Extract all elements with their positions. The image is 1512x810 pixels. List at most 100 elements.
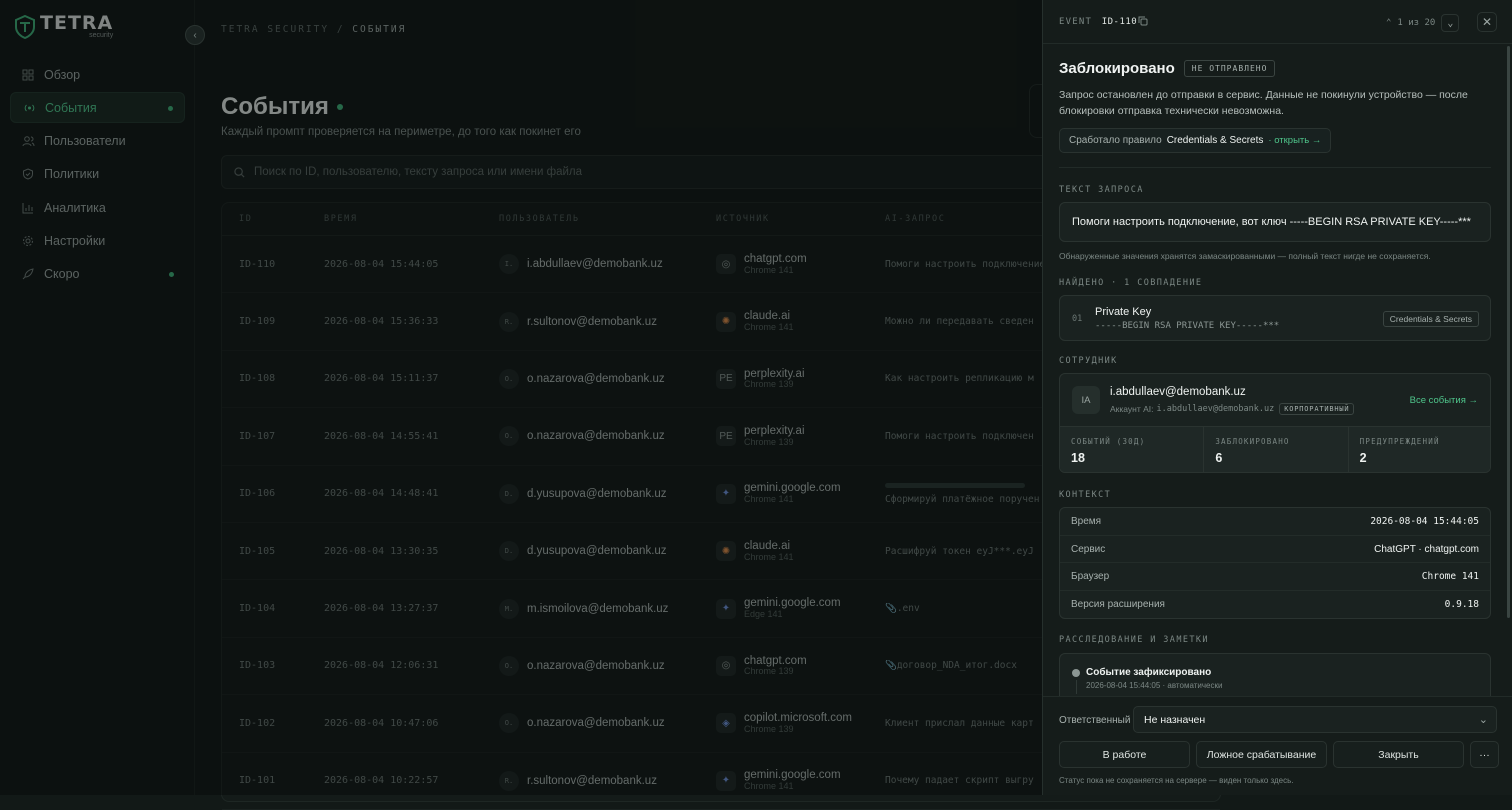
false-positive-button[interactable]: Ложное срабатывание (1196, 741, 1327, 768)
account-label: Аккаунт AI: (1110, 404, 1154, 414)
timeline-dot (1072, 669, 1080, 677)
page-subtitle: Каждый промпт проверяется на периметре, … (221, 126, 581, 138)
more-actions-button[interactable]: ··· (1470, 741, 1499, 768)
row-source: ✦ gemini.google.com Edge 141 (716, 597, 885, 620)
open-rule-link[interactable]: · открыть → (1268, 135, 1321, 146)
sidebar-item-2[interactable]: Пользователи (10, 126, 185, 157)
request-preview: Помоги настроить подключение (885, 258, 1046, 270)
request-preview: 📎договор_NDA_итог.docx (885, 660, 1017, 672)
status-title: Заблокировано (1059, 60, 1175, 77)
timeline-line (1075, 680, 1077, 694)
assignee-select[interactable]: Не назначен ⌄ (1133, 706, 1497, 733)
panel-scrollbar[interactable] (1507, 46, 1510, 618)
close-panel-button[interactable]: ✕ (1477, 12, 1497, 32)
gemini-icon: ✦ (716, 483, 736, 504)
col-user[interactable]: ПОЛЬЗОВАТЕЛЬ (499, 214, 716, 224)
user-email: o.nazarova@demobank.uz (527, 659, 665, 672)
avatar: R. (499, 770, 519, 791)
event-label: EVENT (1059, 17, 1093, 27)
in-work-button[interactable]: В работе (1059, 741, 1190, 768)
request-preview: Можно ли передавать сведен (885, 316, 1034, 328)
sidebar-item-4[interactable]: Аналитика (10, 192, 185, 223)
employee-card: IA i.abdullaev@demobank.uz Аккаунт AI: i… (1059, 373, 1491, 473)
next-event-button[interactable]: ⌄ (1441, 14, 1460, 32)
finding-number: 01 (1072, 314, 1083, 324)
employee-stats: СОБЫТИЙ (30Д) 18 ЗАБЛОКИРОВАНО 6 ПРЕДУПР… (1060, 426, 1490, 472)
row-id: ID-110 (239, 258, 276, 270)
employee-section-title: СОТРУДНИК (1059, 356, 1118, 366)
sidebar-item-0[interactable]: Обзор (10, 59, 185, 90)
row-user: I. i.abdullaev@demobank.uz (499, 254, 716, 275)
context-value: 2026-08-04 15:44:05 (1370, 515, 1479, 527)
sidebar-item-label: Политики (44, 167, 100, 182)
gear-icon (21, 234, 35, 248)
stat-label: ПРЕДУПРЕЖДЕНИЙ (1359, 437, 1440, 446)
all-events-link[interactable]: Все события → (1410, 395, 1478, 406)
source-browser: Chrome 139 (744, 436, 794, 447)
user-email: o.nazarova@demobank.uz (527, 372, 665, 385)
avatar: D. (499, 541, 519, 562)
footer-note: Статус пока не сохраняется на сервере — … (1059, 776, 1294, 785)
breadcrumb-root[interactable]: TETRA SECURITY (221, 24, 329, 35)
context-key: Время (1071, 515, 1102, 527)
row-time: 2026-08-04 10:22:57 (324, 775, 439, 787)
sidebar-item-5[interactable]: Настройки (10, 225, 185, 256)
source-browser: Chrome 139 (744, 723, 794, 734)
timeline-title: Событие зафиксировано (1086, 667, 1212, 678)
breadcrumb-separator: / (336, 24, 345, 35)
sidebar-item-label: Обзор (44, 67, 81, 82)
row-time: 2026-08-04 12:06:31 (324, 660, 439, 672)
close-icon: ✕ (1481, 15, 1493, 29)
row-source: PE perplexity.ai Chrome 139 (716, 368, 885, 391)
copy-icon[interactable] (1138, 16, 1148, 26)
gemini-icon: ✦ (716, 598, 736, 619)
sidebar-item-1[interactable]: События (10, 92, 185, 124)
source-browser: Edge 141 (744, 608, 783, 619)
user-email: o.nazarova@demobank.uz (527, 717, 665, 730)
claude-icon: ✺ (716, 311, 736, 332)
source-name: copilot.microsoft.com (744, 712, 853, 725)
row-source: ◎ chatgpt.com Chrome 141 (716, 253, 885, 276)
investigation-timeline: Событие зафиксировано 2026-08-04 15:44:0… (1059, 653, 1491, 696)
collapse-sidebar-button[interactable]: ‹ (185, 25, 205, 45)
row-time: 2026-08-04 14:48:41 (324, 488, 439, 500)
row-source: ◎ chatgpt.com Chrome 139 (716, 655, 885, 678)
context-key: Сервис (1071, 543, 1106, 555)
user-email: m.ismoilova@demobank.uz (527, 602, 669, 615)
row-user: O. o.nazarova@demobank.uz (499, 426, 716, 447)
rule-name: Credentials & Secrets (1166, 135, 1264, 146)
col-time[interactable]: ВРЕМЯ (324, 214, 499, 224)
sidebar-item-label: Аналитика (44, 200, 106, 215)
row-source: ✺ claude.ai Chrome 141 (716, 310, 885, 333)
avatar: O. (499, 655, 519, 676)
source-browser: Chrome 141 (744, 264, 794, 275)
row-source: PE perplexity.ai Chrome 139 (716, 425, 885, 448)
user-email: i.abdullaev@demobank.uz (527, 258, 663, 271)
grid-icon (21, 68, 35, 82)
close-event-button[interactable]: Закрыть (1333, 741, 1464, 768)
user-email: d.yusupova@demobank.uz (527, 545, 667, 558)
investigation-section-title: РАССЛЕДОВАНИЕ И ЗАМЕТКИ (1059, 635, 1209, 645)
assignee-label: Ответственный (1059, 715, 1131, 726)
context-row: Сервис ChatGPT · chatgpt.com (1060, 536, 1490, 564)
context-row: Версия расширения 0.9.18 (1060, 591, 1490, 619)
logo[interactable]: TETRA security (14, 14, 113, 39)
source-name: chatgpt.com (744, 252, 807, 265)
stat-label: СОБЫТИЙ (30Д) (1071, 437, 1146, 446)
row-time: 2026-08-04 15:11:37 (324, 373, 439, 385)
sidebar-item-3[interactable]: Политики (10, 159, 185, 190)
stat-label: ЗАБЛОКИРОВАНО (1215, 437, 1290, 446)
perplexity-icon: PE (716, 426, 736, 447)
panel-header: EVENT ID-110 ⌃ 1 из 20 ⌄ ✕ (1043, 0, 1512, 44)
col-id[interactable]: ID (222, 214, 324, 224)
request-preview: Помоги настроить подключен (885, 430, 1034, 442)
rocket-icon (21, 267, 35, 281)
sidebar-item-6[interactable]: Скоро (10, 259, 185, 290)
col-source[interactable]: ИСТОЧНИК (716, 214, 885, 224)
breadcrumb: TETRA SECURITY / СОБЫТИЯ (221, 24, 406, 35)
context-value: ChatGPT · chatgpt.com (1374, 543, 1479, 555)
source-name: claude.ai (744, 539, 791, 552)
source-name: gemini.google.com (744, 597, 841, 610)
prev-event-button[interactable]: ⌃ (1386, 18, 1391, 28)
row-source: ✺ claude.ai Chrome 141 (716, 540, 885, 563)
